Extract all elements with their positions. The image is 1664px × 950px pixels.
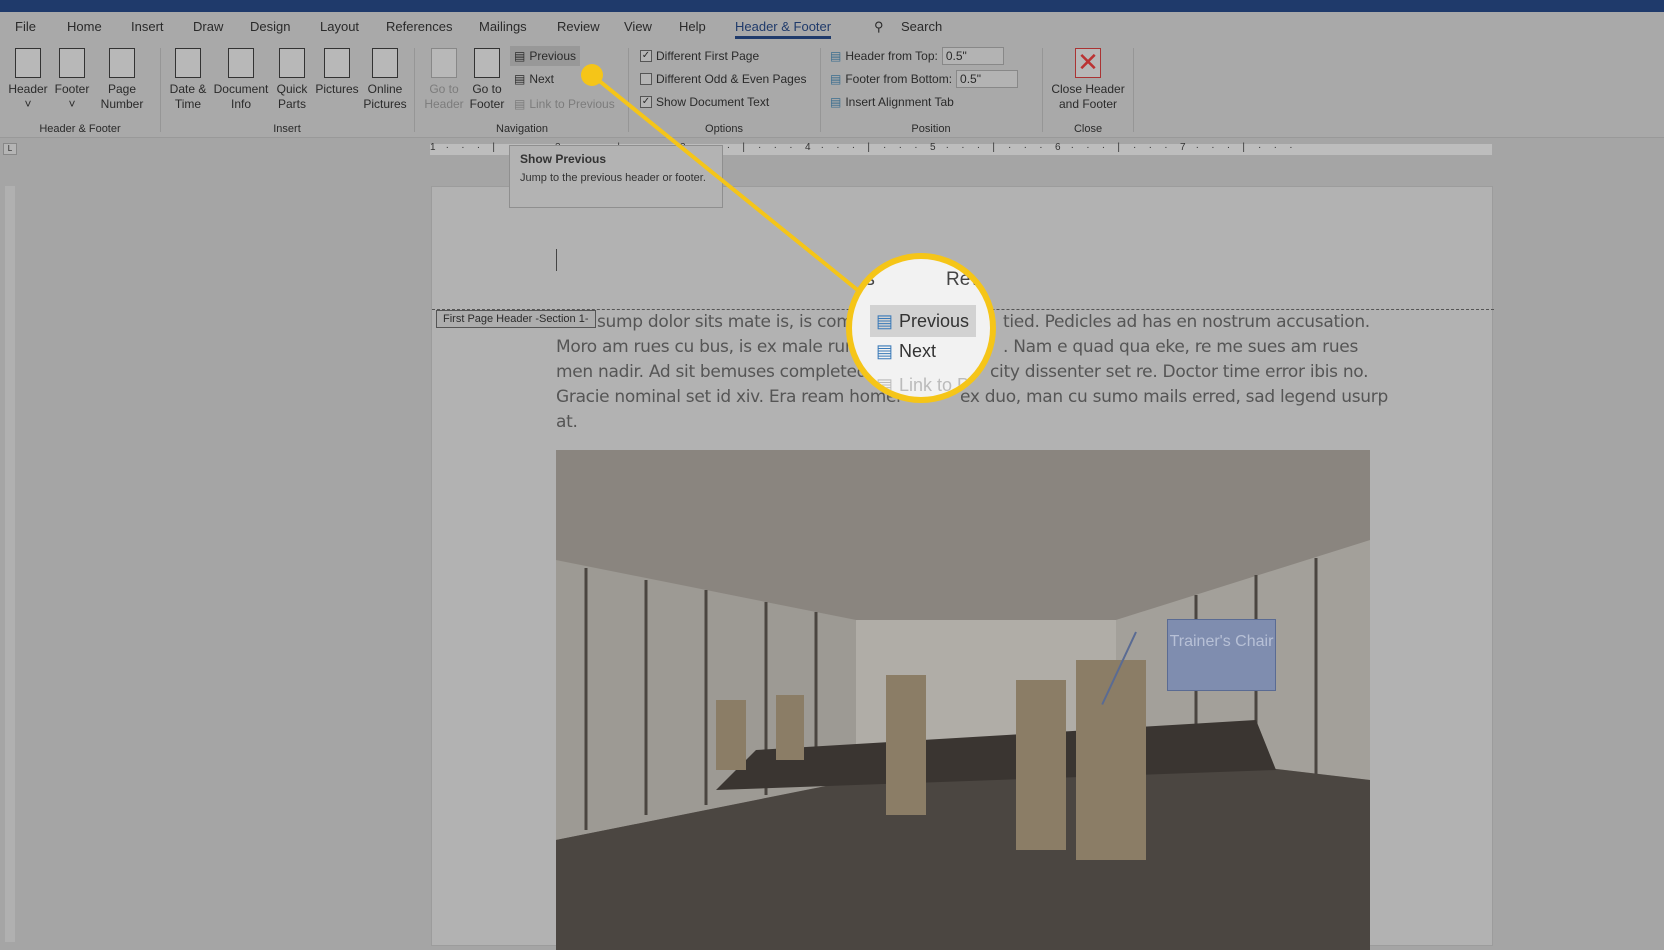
label: Previous — [899, 310, 970, 331]
link-icon: ▤ — [876, 375, 894, 395]
label: Link to P — [899, 375, 970, 395]
magnified-previous-button: ▤ Previous — [870, 305, 976, 337]
next-icon: ▤ — [876, 341, 894, 361]
connector-dot — [581, 64, 603, 86]
magnifier-callout: ings Revi ▤Previous ▤Next ▤Link to P — [846, 253, 996, 403]
highlight-connector — [581, 64, 862, 294]
tab-fragment: Revi — [946, 269, 985, 290]
magnified-next-button: ▤ Next — [876, 341, 936, 362]
previous-icon: ▤ — [876, 310, 894, 331]
label: Next — [899, 341, 937, 361]
connector-line — [590, 73, 862, 294]
magnified-link-button: ▤ Link to P — [876, 375, 969, 396]
